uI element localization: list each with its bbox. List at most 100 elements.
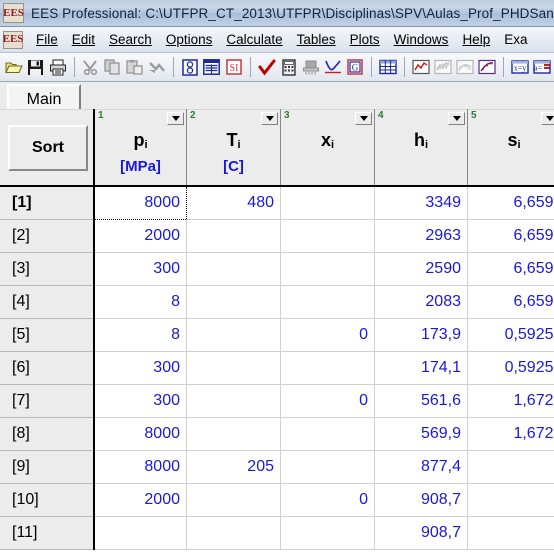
property-plot-icon[interactable] <box>454 56 475 78</box>
new-plot-icon[interactable] <box>410 56 431 78</box>
table-row[interactable]: [2] 2000 2963 6,659 <box>0 219 554 253</box>
column-header-p[interactable]: 1 pi [MPa] <box>94 109 187 187</box>
paste-icon[interactable] <box>124 56 145 78</box>
table-cell[interactable] <box>186 417 281 451</box>
table-cell[interactable]: 0 <box>280 384 375 418</box>
copy-icon[interactable] <box>102 56 123 78</box>
table-cell[interactable]: 2000 <box>94 483 187 517</box>
print-icon[interactable] <box>47 56 68 78</box>
table-cell[interactable]: 0 <box>280 318 375 352</box>
table-cell[interactable] <box>186 351 281 385</box>
table-cell[interactable]: 0,5925 <box>467 318 554 352</box>
menu-item-plots[interactable]: Plots <box>343 32 387 47</box>
menu-item-edit[interactable]: Edit <box>65 32 102 47</box>
table-cell[interactable] <box>280 219 375 253</box>
table-row[interactable]: [7] 300 0 561,6 1,672 <box>0 384 554 418</box>
table-cell[interactable]: 8000 <box>93 185 187 220</box>
table-cell[interactable]: 300 <box>94 252 187 286</box>
table-cell[interactable] <box>94 516 187 550</box>
table-row[interactable]: [5] 8 0 173,9 0,5925 <box>0 318 554 352</box>
table-cell[interactable] <box>280 186 375 220</box>
table-cell[interactable]: 6,659 <box>467 219 554 253</box>
table-cell[interactable]: 1,672 <box>467 384 554 418</box>
parametric-table-icon[interactable] <box>377 56 398 78</box>
table-cell[interactable]: 2963 <box>374 219 468 253</box>
row-header[interactable]: [8] <box>0 417 95 451</box>
row-header[interactable]: [1] <box>0 186 95 220</box>
table-cell[interactable] <box>280 516 375 550</box>
table-cell[interactable] <box>467 516 554 550</box>
column-header-x[interactable]: 3 xi <box>280 109 375 187</box>
column-dropdown-arrow-2[interactable] <box>261 112 278 125</box>
undo-icon[interactable] <box>146 56 167 78</box>
table-cell[interactable]: 205 <box>186 450 281 484</box>
table-cell[interactable]: 300 <box>94 351 187 385</box>
row-header[interactable]: [4] <box>0 285 95 319</box>
column-dropdown-arrow-5[interactable] <box>541 112 554 125</box>
row-header[interactable]: [10] <box>0 483 95 517</box>
column-dropdown-arrow-1[interactable] <box>167 112 184 125</box>
table-cell[interactable]: 1,672 <box>467 417 554 451</box>
equations-window-icon[interactable] <box>201 56 222 78</box>
menu-item-file[interactable]: File <box>29 32 65 47</box>
si-units-icon[interactable]: SI <box>223 56 244 78</box>
table-cell[interactable]: 6,659 <box>467 285 554 319</box>
column-header-h[interactable]: 4 hi <box>374 109 468 187</box>
curve-fit-icon[interactable] <box>476 56 497 78</box>
table-cell[interactable]: 8000 <box>94 450 187 484</box>
table-row[interactable]: [1] 8000 480 3349 6,659 <box>0 185 554 220</box>
table-cell[interactable]: 2083 <box>374 285 468 319</box>
table-cell[interactable] <box>186 252 281 286</box>
table-cell[interactable]: 174,1 <box>374 351 468 385</box>
menu-item-calculate[interactable]: Calculate <box>219 32 289 47</box>
table-row[interactable]: [3] 300 2590 6,659 <box>0 252 554 286</box>
table-cell[interactable] <box>280 450 375 484</box>
open-folder-icon[interactable] <box>3 56 24 78</box>
save-disk-icon[interactable] <box>25 56 46 78</box>
table-cell[interactable]: 480 <box>186 186 281 220</box>
column-header-T[interactable]: 2 Ti [C] <box>186 109 281 187</box>
units-icon[interactable] <box>179 56 200 78</box>
menu-item-windows[interactable]: Windows <box>387 32 456 47</box>
table-row[interactable]: [11] 908,7 <box>0 516 554 550</box>
column-header-s[interactable]: 5 si <box>467 109 554 187</box>
column-dropdown-arrow-3[interactable] <box>355 112 372 125</box>
row-header[interactable]: [9] <box>0 450 95 484</box>
table-cell[interactable]: 6,659 <box>467 252 554 286</box>
table-cell[interactable]: 908,7 <box>374 516 468 550</box>
row-header[interactable]: [11] <box>0 516 95 550</box>
plot-curve-icon[interactable] <box>322 56 343 78</box>
menu-item-examples[interactable]: Exa <box>497 32 534 47</box>
table-cell[interactable] <box>186 516 281 550</box>
table-cell[interactable] <box>280 252 375 286</box>
table-row[interactable]: [4] 8 2083 6,659 <box>0 285 554 319</box>
check-equations-icon[interactable] <box>256 56 277 78</box>
table-cell[interactable] <box>280 351 375 385</box>
table-cell[interactable]: 561,6 <box>374 384 468 418</box>
row-header[interactable]: [7] <box>0 384 95 418</box>
table-row[interactable]: [6] 300 174,1 0,5925 <box>0 351 554 385</box>
table-cell[interactable]: 0 <box>280 483 375 517</box>
ees-menu-icon[interactable]: EES <box>3 30 23 49</box>
table-cell[interactable] <box>280 285 375 319</box>
table-row[interactable]: [8] 8000 569,9 1,672 <box>0 417 554 451</box>
table-cell[interactable] <box>467 483 554 517</box>
table-cell[interactable]: 569,9 <box>374 417 468 451</box>
table-cell[interactable]: 8 <box>94 285 187 319</box>
table-cell[interactable]: 300 <box>94 384 187 418</box>
table-cell[interactable] <box>186 219 281 253</box>
table-cell[interactable] <box>186 384 281 418</box>
sort-button[interactable]: Sort <box>8 124 88 171</box>
table-cell[interactable]: 877,4 <box>374 450 468 484</box>
table-cell[interactable]: 2590 <box>374 252 468 286</box>
table-cell[interactable]: 0,5925 <box>467 351 554 385</box>
row-header[interactable]: [6] <box>0 351 95 385</box>
xy-plot-icon[interactable]: x=y <box>509 56 530 78</box>
graph-icon[interactable]: G <box>344 56 365 78</box>
table-row[interactable]: [10] 2000 0 908,7 <box>0 483 554 517</box>
row-header[interactable]: [2] <box>0 219 95 253</box>
table-cell[interactable]: 8 <box>94 318 187 352</box>
menu-item-tables[interactable]: Tables <box>290 32 343 47</box>
table-cell[interactable]: 908,7 <box>374 483 468 517</box>
table-cell[interactable]: 6,659 <box>467 186 554 220</box>
